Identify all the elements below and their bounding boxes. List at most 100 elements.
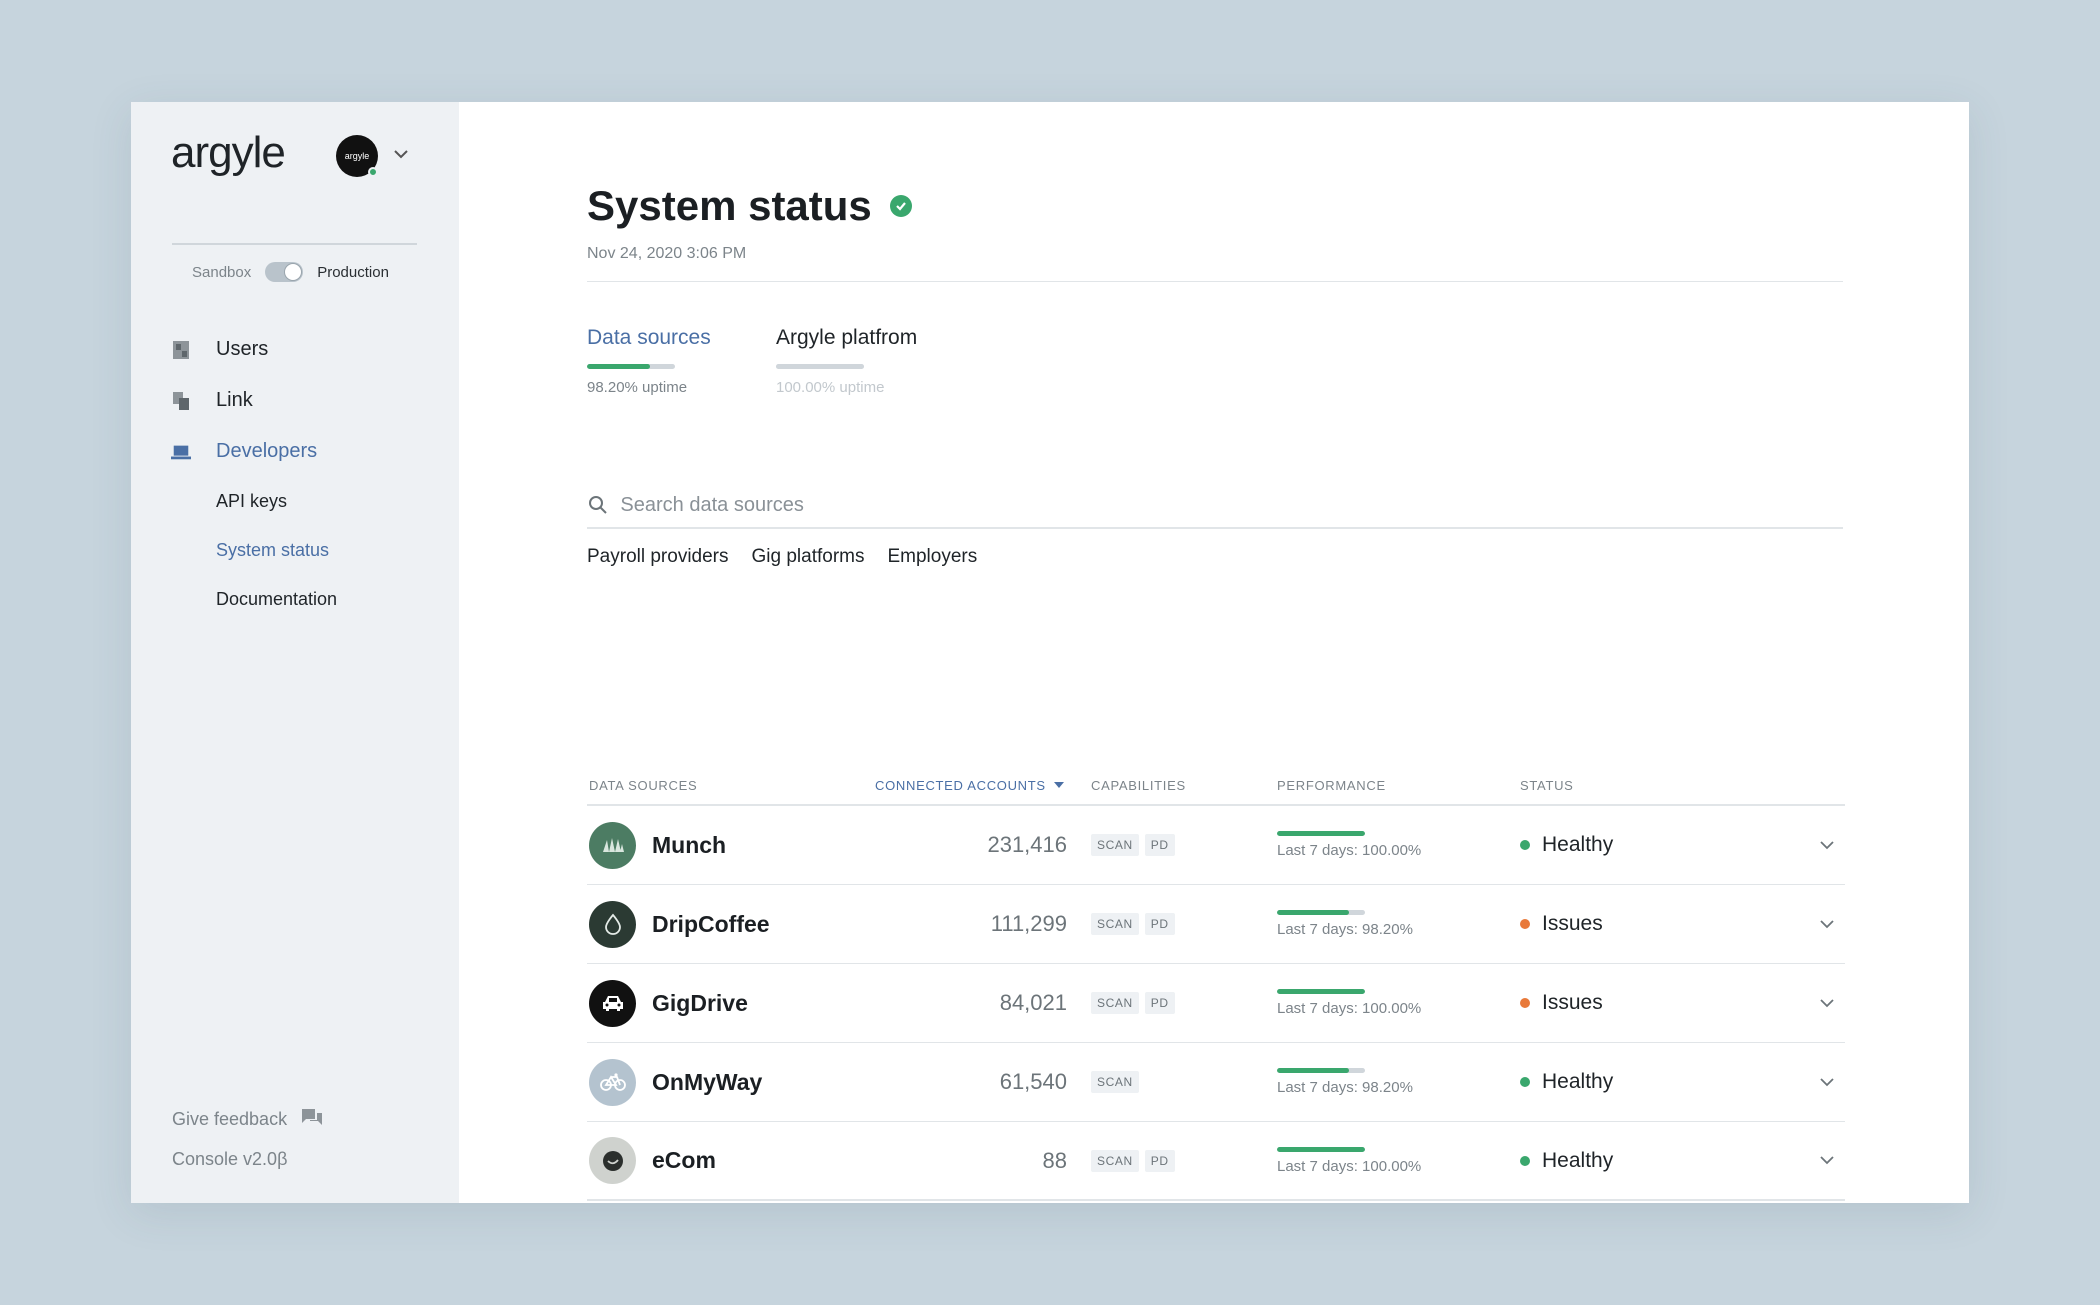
car-logo-icon [589, 979, 636, 1027]
online-indicator [368, 167, 378, 177]
search-input[interactable] [620, 493, 1843, 517]
table-row[interactable]: Munch 231,416 SCAN PD Last 7 days: 100.0… [587, 806, 1845, 885]
status-label: Healthy [1542, 1148, 1614, 1172]
dripcoffee-logo-icon [589, 900, 636, 948]
subnav-item-api-keys[interactable]: API keys [171, 477, 431, 526]
connected-accounts-value: 88 [1042, 1147, 1067, 1173]
tab-argyle-platform[interactable]: Argyle platfrom 100.00% uptime [776, 326, 917, 396]
status-dot [1520, 998, 1530, 1008]
bicycle-logo-icon [589, 1058, 636, 1106]
capability-badge: PD [1144, 992, 1175, 1014]
chevron-down-icon[interactable] [1817, 1151, 1837, 1171]
capability-badge: PD [1144, 913, 1175, 935]
header-capabilities: Capabilities [1091, 777, 1186, 793]
header-status: Status [1520, 777, 1574, 793]
env-toggle-knob [284, 263, 303, 281]
capability-badge: SCAN [1091, 913, 1139, 935]
capabilities-cell: SCAN PD [1091, 1149, 1277, 1172]
status-dot [1520, 919, 1530, 929]
performance-bar-fill [1277, 1068, 1350, 1073]
table-row[interactable]: OnMyWay 61,540 SCAN Last 7 days: 98.20% … [587, 1043, 1845, 1122]
give-feedback-link[interactable]: Give feedback [172, 1099, 323, 1139]
sidebar-item-developers[interactable]: Developers [171, 426, 431, 477]
environment-switch: Sandbox Production [192, 262, 389, 282]
filter-employers[interactable]: Employers [887, 546, 977, 568]
sidebar-nav: Users Link Developers API keys System st… [171, 324, 431, 624]
data-sources-table: Data sources Connected accounts Capabili… [587, 766, 1845, 1201]
connected-accounts-value: 231,416 [987, 832, 1067, 857]
performance-cell: Last 7 days: 100.00% [1277, 831, 1520, 859]
title-row: System status [587, 182, 912, 230]
sidebar-item-label: Developers [216, 440, 318, 462]
connected-accounts-value: 111,299 [990, 911, 1067, 936]
capabilities-cell: SCAN PD [1091, 992, 1277, 1014]
sidebar-footer: Give feedback Console v2.0β [172, 1099, 323, 1179]
laptop-icon [171, 442, 191, 462]
ecom-logo-icon [589, 1137, 636, 1184]
performance-cell: Last 7 days: 98.20% [1277, 910, 1520, 938]
table-row[interactable]: eCom 88 SCAN PD Last 7 days: 100.00% Hea… [587, 1122, 1845, 1201]
capabilities-cell: SCAN [1091, 1071, 1277, 1093]
table-row[interactable]: DripCoffee 111,299 SCAN PD Last 7 days: … [587, 885, 1845, 964]
chevron-down-icon[interactable] [1817, 914, 1837, 934]
performance-text: Last 7 days: 98.20% [1277, 921, 1413, 938]
search-bar [587, 483, 1843, 529]
org-avatar[interactable]: argyle [336, 135, 378, 177]
filter-tabs: Payroll providers Gig platforms Employer… [587, 546, 977, 568]
filter-gig-platforms[interactable]: Gig platforms [752, 546, 865, 568]
status-label: Healthy [1542, 833, 1614, 856]
performance-bar [1277, 989, 1365, 994]
header-connected-accounts[interactable]: Connected accounts [875, 778, 1091, 793]
source-cell: Munch [587, 821, 875, 869]
chevron-down-icon[interactable] [1817, 1072, 1837, 1092]
sidebar-item-link[interactable]: Link [171, 375, 431, 426]
capabilities-cell: SCAN PD [1091, 913, 1277, 935]
subnav-item-documentation[interactable]: Documentation [171, 575, 431, 624]
status-label: Issues [1542, 991, 1603, 1014]
status-label: Healthy [1542, 1070, 1614, 1093]
performance-bar [1277, 1146, 1365, 1152]
env-sandbox-label[interactable]: Sandbox [192, 264, 251, 281]
env-production-label[interactable]: Production [317, 264, 389, 281]
source-cell: DripCoffee [587, 900, 875, 948]
source-name: Munch [652, 831, 727, 858]
subnav-item-system-status[interactable]: System status [171, 526, 431, 575]
status-cell: Healthy [1520, 1070, 1845, 1094]
performance-text: Last 7 days: 100.00% [1277, 1157, 1422, 1175]
source-cell: eCom [587, 1137, 875, 1184]
source-name: GigDrive [652, 989, 748, 1016]
table-row[interactable]: GigDrive 84,021 SCAN PD Last 7 days: 100… [587, 964, 1845, 1043]
performance-bar-fill [1277, 1146, 1365, 1152]
console-version: Console v2.0β [172, 1148, 288, 1169]
performance-bar-fill [1277, 989, 1365, 994]
sidebar-item-users[interactable]: Users [171, 324, 431, 375]
source-name: OnMyWay [652, 1068, 763, 1095]
performance-cell: Last 7 days: 98.20% [1277, 1068, 1520, 1096]
status-dot [1520, 1155, 1530, 1166]
status-dot [1520, 840, 1530, 850]
sidebar-divider [172, 243, 417, 245]
performance-cell: Last 7 days: 100.00% [1277, 1146, 1520, 1175]
status-dot [1520, 1077, 1530, 1087]
sidebar-item-label: Users [216, 338, 269, 360]
status-cell: Healthy [1520, 1149, 1845, 1173]
give-feedback-label: Give feedback [172, 1108, 288, 1129]
status-cell: Issues [1520, 912, 1845, 936]
tab-label: Argyle platfrom [776, 326, 918, 349]
users-icon [171, 340, 191, 360]
sort-desc-icon [1053, 782, 1064, 788]
brand-logo[interactable]: argyle [171, 128, 286, 178]
chevron-down-icon[interactable] [1817, 835, 1837, 855]
filter-payroll-providers[interactable]: Payroll providers [587, 546, 729, 568]
capability-badge: PD [1144, 1149, 1175, 1172]
header-connected-accounts-label: Connected accounts [875, 777, 1046, 793]
org-chevron-down-icon[interactable] [389, 142, 413, 166]
chevron-down-icon[interactable] [1817, 993, 1837, 1013]
tab-data-sources[interactable]: Data sources 98.20% uptime [587, 326, 711, 396]
table-header: Data sources Connected accounts Capabili… [587, 766, 1845, 806]
connected-accounts-value: 84,021 [999, 990, 1067, 1015]
capability-badge: SCAN [1091, 1149, 1139, 1172]
tab-uptime: 98.20% uptime [587, 379, 688, 396]
env-toggle[interactable] [265, 262, 304, 282]
source-name: eCom [652, 1147, 716, 1173]
